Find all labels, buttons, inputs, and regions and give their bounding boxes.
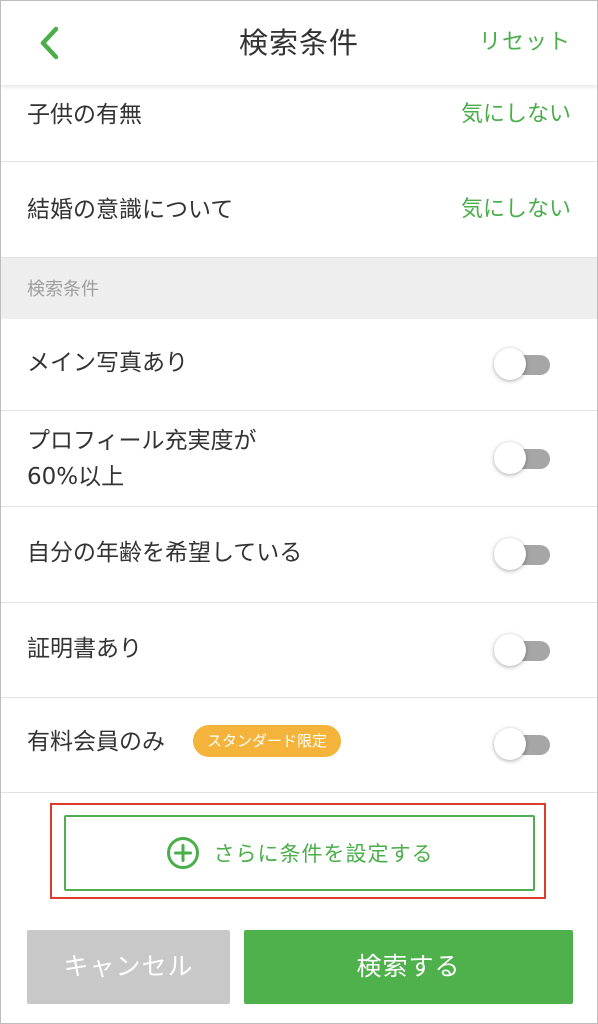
toggle-row-main-photo: メイン写真あり [1, 319, 597, 411]
section-header: 検索条件 [1, 258, 597, 319]
toggle-row-profile: プロフィール充実度が 60%以上 [1, 411, 597, 507]
add-condition-label: さらに条件を設定する [213, 842, 434, 866]
profile-completion-toggle[interactable] [494, 441, 552, 475]
main-photo-toggle[interactable] [494, 347, 552, 381]
toggle-label: 有料会員のみ [27, 729, 165, 755]
toggle-knob [494, 728, 526, 760]
cancel-button[interactable]: キャンセル [27, 930, 230, 1004]
row-children[interactable]: 子供の有無 気にしない [1, 85, 597, 162]
toggle-knob [494, 634, 526, 666]
age-match-toggle[interactable] [494, 537, 552, 571]
toggle-knob [494, 348, 526, 380]
toggle-knob [494, 538, 526, 570]
toggle-knob [494, 442, 526, 474]
row-label: 結婚の意識について [27, 197, 234, 223]
reset-button[interactable]: リセット [479, 1, 571, 85]
paid-member-toggle[interactable] [494, 727, 552, 761]
row-value: 気にしない [460, 102, 571, 127]
plus-circle-icon [166, 837, 199, 869]
section-title: 検索条件 [27, 279, 99, 300]
screen: 検索条件 リセット 子供の有無 気にしない 結婚の意識について 気にしない 検索… [0, 0, 598, 1024]
header: 検索条件 リセット [1, 1, 597, 85]
row-value: 気にしない [460, 197, 571, 222]
standard-badge: スタンダード限定 [193, 725, 342, 757]
row-marriage[interactable]: 結婚の意識について 気にしない [1, 162, 597, 258]
toggle-label: プロフィール充実度が [27, 428, 257, 454]
toggle-label-line2: 60%以上 [27, 464, 125, 490]
toggle-label: メイン写真あり [27, 350, 188, 376]
toggle-row-age: 自分の年齢を希望している [1, 507, 597, 603]
toggle-row-certificate: 証明書あり [1, 603, 597, 698]
certificate-toggle[interactable] [494, 633, 552, 667]
search-button[interactable]: 検索する [244, 930, 573, 1004]
toggle-label: 自分の年齢を希望している [27, 540, 303, 566]
row-label: 子供の有無 [27, 102, 142, 128]
toggle-row-paid: 有料会員のみ スタンダード限定 [1, 698, 597, 793]
add-condition-button[interactable]: さらに条件を設定する [64, 815, 535, 891]
toggle-label: 証明書あり [27, 636, 142, 662]
